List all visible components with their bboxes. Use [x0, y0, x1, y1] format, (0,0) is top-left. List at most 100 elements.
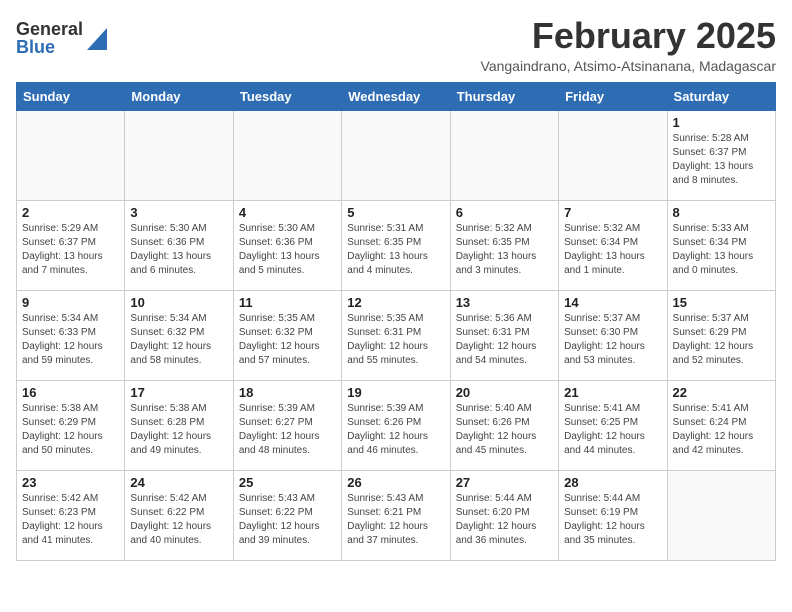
day-number: 2	[22, 205, 119, 220]
day-number: 3	[130, 205, 227, 220]
day-info: Sunrise: 5:37 AM Sunset: 6:29 PM Dayligh…	[673, 312, 770, 368]
day-number: 13	[456, 295, 553, 310]
calendar-day-cell: 17 Sunrise: 5:38 AM Sunset: 6:28 PM Dayli…	[125, 380, 233, 470]
day-info: Sunrise: 5:39 AM Sunset: 6:27 PM Dayligh…	[239, 402, 336, 458]
title-block: February 2025 Vangaindrano, Atsimo-Atsin…	[481, 16, 776, 74]
day-number: 9	[22, 295, 119, 310]
day-number: 19	[347, 385, 444, 400]
calendar-week-row: 2 Sunrise: 5:29 AM Sunset: 6:37 PM Daylig…	[17, 200, 776, 290]
day-number: 12	[347, 295, 444, 310]
weekday-header-friday: Friday	[559, 82, 667, 110]
day-info: Sunrise: 5:39 AM Sunset: 6:26 PM Dayligh…	[347, 402, 444, 458]
calendar-day-cell	[667, 470, 775, 560]
page-header: General Blue February 2025 Vangaindrano,…	[16, 16, 776, 74]
calendar-day-cell: 24 Sunrise: 5:42 AM Sunset: 6:22 PM Dayli…	[125, 470, 233, 560]
location-title: Vangaindrano, Atsimo-Atsinanana, Madagas…	[481, 58, 776, 74]
calendar-day-cell: 3 Sunrise: 5:30 AM Sunset: 6:36 PM Daylig…	[125, 200, 233, 290]
day-info: Sunrise: 5:38 AM Sunset: 6:29 PM Dayligh…	[22, 402, 119, 458]
calendar-day-cell: 16 Sunrise: 5:38 AM Sunset: 6:29 PM Dayli…	[17, 380, 125, 470]
day-number: 5	[347, 205, 444, 220]
day-number: 11	[239, 295, 336, 310]
day-number: 8	[673, 205, 770, 220]
day-number: 20	[456, 385, 553, 400]
logo-general-text: General	[16, 20, 83, 38]
day-number: 23	[22, 475, 119, 490]
day-number: 14	[564, 295, 661, 310]
weekday-header-sunday: Sunday	[17, 82, 125, 110]
day-info: Sunrise: 5:42 AM Sunset: 6:23 PM Dayligh…	[22, 492, 119, 548]
day-number: 1	[673, 115, 770, 130]
calendar-day-cell: 10 Sunrise: 5:34 AM Sunset: 6:32 PM Dayli…	[125, 290, 233, 380]
calendar-day-cell: 19 Sunrise: 5:39 AM Sunset: 6:26 PM Dayli…	[342, 380, 450, 470]
calendar-day-cell: 20Sunrise: 5:40 AM Sunset: 6:26 PM Dayli…	[450, 380, 558, 470]
calendar-day-cell: 27 Sunrise: 5:44 AM Sunset: 6:20 PM Dayli…	[450, 470, 558, 560]
calendar-day-cell	[233, 110, 341, 200]
calendar-day-cell: 26 Sunrise: 5:43 AM Sunset: 6:21 PM Dayli…	[342, 470, 450, 560]
day-info: Sunrise: 5:41 AM Sunset: 6:24 PM Dayligh…	[673, 402, 770, 458]
calendar-day-cell: 22 Sunrise: 5:41 AM Sunset: 6:24 PM Dayli…	[667, 380, 775, 470]
day-info: Sunrise: 5:30 AM Sunset: 6:36 PM Dayligh…	[130, 222, 227, 278]
day-number: 4	[239, 205, 336, 220]
day-info: Sunrise: 5:43 AM Sunset: 6:21 PM Dayligh…	[347, 492, 444, 548]
day-number: 16	[22, 385, 119, 400]
calendar-table: SundayMondayTuesdayWednesdayThursdayFrid…	[16, 82, 776, 561]
logo-blue-text: Blue	[16, 38, 83, 56]
calendar-day-cell	[559, 110, 667, 200]
day-info: Sunrise: 5:35 AM Sunset: 6:31 PM Dayligh…	[347, 312, 444, 368]
calendar-day-cell: 23 Sunrise: 5:42 AM Sunset: 6:23 PM Dayli…	[17, 470, 125, 560]
calendar-day-cell: 9Sunrise: 5:34 AM Sunset: 6:33 PM Daylig…	[17, 290, 125, 380]
day-info: Sunrise: 5:36 AM Sunset: 6:31 PM Dayligh…	[456, 312, 553, 368]
day-info: Sunrise: 5:30 AM Sunset: 6:36 PM Dayligh…	[239, 222, 336, 278]
day-number: 17	[130, 385, 227, 400]
day-number: 21	[564, 385, 661, 400]
day-info: Sunrise: 5:31 AM Sunset: 6:35 PM Dayligh…	[347, 222, 444, 278]
calendar-day-cell: 7 Sunrise: 5:32 AM Sunset: 6:34 PM Daylig…	[559, 200, 667, 290]
calendar-day-cell: 8 Sunrise: 5:33 AM Sunset: 6:34 PM Daylig…	[667, 200, 775, 290]
weekday-header-tuesday: Tuesday	[233, 82, 341, 110]
weekday-header-row: SundayMondayTuesdayWednesdayThursdayFrid…	[17, 82, 776, 110]
calendar-day-cell: 6 Sunrise: 5:32 AM Sunset: 6:35 PM Daylig…	[450, 200, 558, 290]
calendar-week-row: 1Sunrise: 5:28 AM Sunset: 6:37 PM Daylig…	[17, 110, 776, 200]
logo: General Blue	[16, 20, 107, 56]
day-number: 28	[564, 475, 661, 490]
day-info: Sunrise: 5:44 AM Sunset: 6:20 PM Dayligh…	[456, 492, 553, 548]
calendar-week-row: 23 Sunrise: 5:42 AM Sunset: 6:23 PM Dayli…	[17, 470, 776, 560]
calendar-day-cell: 5 Sunrise: 5:31 AM Sunset: 6:35 PM Daylig…	[342, 200, 450, 290]
calendar-day-cell: 28 Sunrise: 5:44 AM Sunset: 6:19 PM Dayli…	[559, 470, 667, 560]
calendar-day-cell: 14Sunrise: 5:37 AM Sunset: 6:30 PM Dayli…	[559, 290, 667, 380]
day-info: Sunrise: 5:33 AM Sunset: 6:34 PM Dayligh…	[673, 222, 770, 278]
calendar-day-cell	[450, 110, 558, 200]
day-info: Sunrise: 5:29 AM Sunset: 6:37 PM Dayligh…	[22, 222, 119, 278]
day-info: Sunrise: 5:41 AM Sunset: 6:25 PM Dayligh…	[564, 402, 661, 458]
day-info: Sunrise: 5:38 AM Sunset: 6:28 PM Dayligh…	[130, 402, 227, 458]
calendar-day-cell: 11 Sunrise: 5:35 AM Sunset: 6:32 PM Dayli…	[233, 290, 341, 380]
day-info: Sunrise: 5:34 AM Sunset: 6:32 PM Dayligh…	[130, 312, 227, 368]
calendar-day-cell: 25Sunrise: 5:43 AM Sunset: 6:22 PM Dayli…	[233, 470, 341, 560]
day-number: 7	[564, 205, 661, 220]
day-info: Sunrise: 5:44 AM Sunset: 6:19 PM Dayligh…	[564, 492, 661, 548]
day-number: 26	[347, 475, 444, 490]
calendar-day-cell: 13 Sunrise: 5:36 AM Sunset: 6:31 PM Dayli…	[450, 290, 558, 380]
day-info: Sunrise: 5:32 AM Sunset: 6:35 PM Dayligh…	[456, 222, 553, 278]
day-number: 22	[673, 385, 770, 400]
calendar-day-cell: 4 Sunrise: 5:30 AM Sunset: 6:36 PM Daylig…	[233, 200, 341, 290]
day-info: Sunrise: 5:32 AM Sunset: 6:34 PM Dayligh…	[564, 222, 661, 278]
day-info: Sunrise: 5:35 AM Sunset: 6:32 PM Dayligh…	[239, 312, 336, 368]
calendar-day-cell	[125, 110, 233, 200]
day-number: 18	[239, 385, 336, 400]
weekday-header-monday: Monday	[125, 82, 233, 110]
day-number: 10	[130, 295, 227, 310]
day-number: 15	[673, 295, 770, 310]
month-title: February 2025	[481, 16, 776, 56]
day-info: Sunrise: 5:42 AM Sunset: 6:22 PM Dayligh…	[130, 492, 227, 548]
day-number: 27	[456, 475, 553, 490]
weekday-header-thursday: Thursday	[450, 82, 558, 110]
day-number: 6	[456, 205, 553, 220]
calendar-day-cell: 12 Sunrise: 5:35 AM Sunset: 6:31 PM Dayli…	[342, 290, 450, 380]
day-number: 24	[130, 475, 227, 490]
calendar-week-row: 9Sunrise: 5:34 AM Sunset: 6:33 PM Daylig…	[17, 290, 776, 380]
calendar-day-cell: 21 Sunrise: 5:41 AM Sunset: 6:25 PM Dayli…	[559, 380, 667, 470]
weekday-header-saturday: Saturday	[667, 82, 775, 110]
day-info: Sunrise: 5:43 AM Sunset: 6:22 PM Dayligh…	[239, 492, 336, 548]
logo-icon	[85, 24, 107, 50]
